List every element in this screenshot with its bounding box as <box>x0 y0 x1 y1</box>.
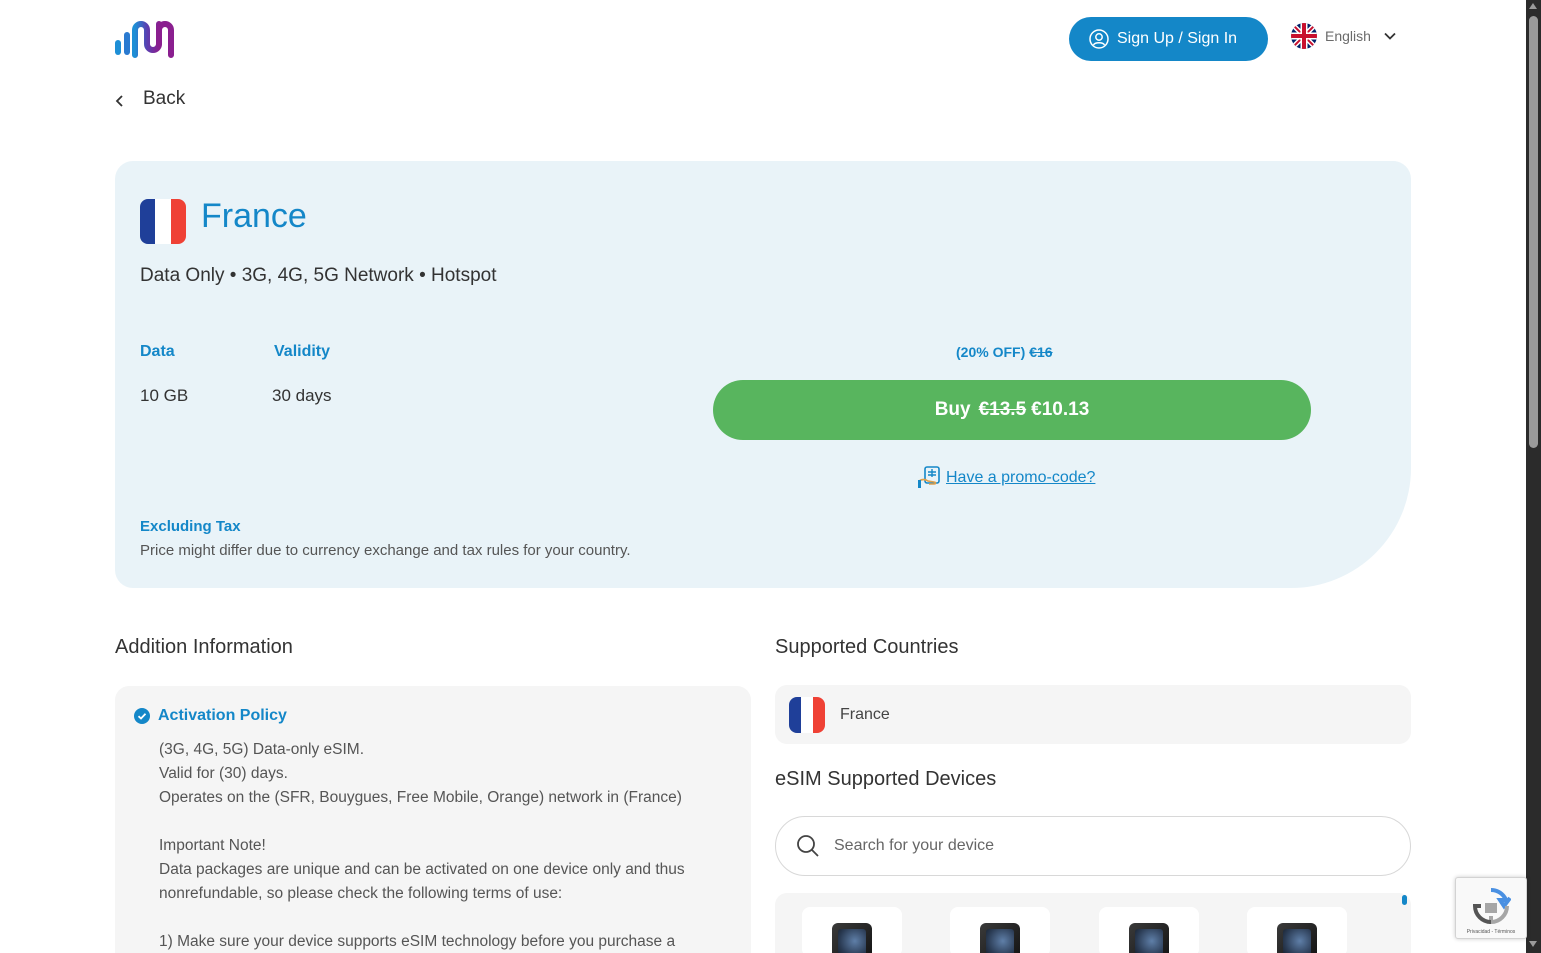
sign-in-button[interactable]: Sign Up / Sign In <box>1069 17 1268 61</box>
device-search-field[interactable] <box>775 816 1411 876</box>
back-label: Back <box>143 88 186 109</box>
buy-label: Buy <box>934 399 971 420</box>
language-selector[interactable]: English <box>1291 22 1397 50</box>
phone-image <box>1129 923 1169 953</box>
phone-image <box>1277 923 1317 953</box>
plan-card: France Data Only • 3G, 4G, 5G Network • … <box>115 161 1411 588</box>
device-card[interactable] <box>950 907 1050 953</box>
policy-line: Operates on the (SFR, Bouygues, Free Mob… <box>159 789 682 806</box>
back-link[interactable]: Back <box>114 88 185 110</box>
tax-title: Excluding Tax <box>140 518 241 535</box>
uk-flag-icon <box>1291 23 1317 49</box>
france-flag-icon <box>789 696 825 733</box>
policy-line: (3G, 4G, 5G) Data-only eSIM. <box>159 741 365 758</box>
policy-line: nonrefundable, so please check the follo… <box>159 885 563 902</box>
buy-new-price: €10.13 <box>1031 399 1090 420</box>
plan-country-title: France <box>201 197 307 235</box>
user-icon <box>1089 29 1109 49</box>
discount-info: (20% OFF) €16 <box>956 344 1053 360</box>
brand-logo[interactable] <box>114 20 180 58</box>
chevron-down-icon <box>1383 29 1397 43</box>
policy-line: Valid for (30) days. <box>159 765 288 782</box>
validity-value: 30 days <box>272 386 332 405</box>
scroll-up-arrow-icon[interactable] <box>1529 3 1537 9</box>
policy-line <box>159 810 739 834</box>
supported-countries-heading: Supported Countries <box>775 636 959 658</box>
buy-button[interactable]: Buy €13.5 €10.13 <box>713 380 1311 440</box>
device-list <box>775 893 1411 953</box>
scrollbar-thumb[interactable] <box>1529 16 1538 448</box>
supported-devices-heading: eSIM Supported Devices <box>775 768 997 790</box>
phone-image <box>832 923 872 953</box>
policy-line: Data packages are unique and can be acti… <box>159 861 685 878</box>
device-card[interactable] <box>1099 907 1199 953</box>
plan-features: Data Only • 3G, 4G, 5G Network • Hotspot <box>140 265 497 286</box>
supported-country-item: France <box>775 685 1411 744</box>
data-value: 10 GB <box>140 386 189 405</box>
gift-card-icon <box>918 465 942 491</box>
carousel-indicator <box>1402 895 1407 905</box>
policy-line: 1) Make sure your device supports eSIM t… <box>159 933 676 950</box>
buy-old-price: €13.5 <box>978 399 1027 420</box>
search-icon <box>796 834 820 858</box>
device-search-input[interactable] <box>834 837 1354 855</box>
activation-policy-box: Activation Policy (3G, 4G, 5G) Data-only… <box>115 686 751 953</box>
page-scrollbar[interactable] <box>1526 0 1541 953</box>
promo-code-link[interactable]: Have a promo-code? <box>918 465 1095 491</box>
activation-policy-title: Activation Policy <box>158 707 287 724</box>
check-circle-icon <box>134 708 150 724</box>
scroll-down-arrow-icon[interactable] <box>1529 941 1537 947</box>
policy-line <box>159 906 739 930</box>
supported-country-name: France <box>840 705 890 723</box>
language-label: English <box>1325 28 1371 44</box>
phone-image <box>980 923 1020 953</box>
promo-code-label: Have a promo-code? <box>946 469 1096 486</box>
policy-text: (3G, 4G, 5G) Data-only eSIM. Valid for (… <box>159 738 739 953</box>
chevron-left-icon <box>114 92 126 107</box>
additional-info-heading: Addition Information <box>115 636 293 658</box>
device-card[interactable] <box>802 907 902 953</box>
sign-in-label: Sign Up / Sign In <box>1117 30 1238 47</box>
recaptcha-icon <box>1471 886 1512 926</box>
activation-policy-header[interactable]: Activation Policy <box>134 707 287 725</box>
validity-label: Validity <box>274 343 331 360</box>
recaptcha-text: Privacidad - Términos <box>1466 929 1516 935</box>
discount-original-price: €16 <box>1029 344 1053 360</box>
france-flag-icon <box>140 199 186 244</box>
policy-line: Important Note! <box>159 837 266 854</box>
discount-percent: (20% OFF) <box>956 344 1026 360</box>
tax-note: Price might differ due to currency excha… <box>140 542 631 559</box>
device-card[interactable] <box>1247 907 1347 953</box>
recaptcha-badge[interactable]: Privacidad - Términos <box>1455 877 1527 939</box>
data-label: Data <box>140 343 175 360</box>
